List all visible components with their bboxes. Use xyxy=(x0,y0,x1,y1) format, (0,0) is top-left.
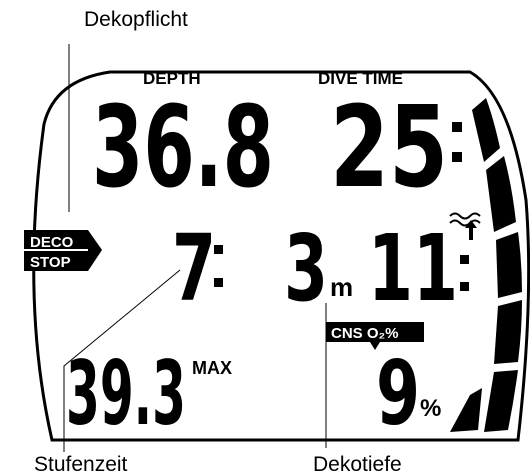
bar-segment-4 xyxy=(494,300,522,364)
max-label: MAX xyxy=(192,358,232,378)
dive-time-value: 25 xyxy=(330,83,448,213)
dive-computer-diagram: Dekopflicht Stufenzeit Dekotiefe DEPTH D… xyxy=(24,8,530,476)
stop-label: STOP xyxy=(30,254,71,271)
bar-graph xyxy=(450,98,522,432)
callout-dekopflicht: Dekopflicht xyxy=(84,8,188,31)
callout-stufenzeit: Stufenzeit xyxy=(34,453,128,476)
deco-stop-badge: DECO STOP xyxy=(24,230,102,271)
callout-dekotiefe: Dekotiefe xyxy=(313,453,402,476)
bar-segment-6 xyxy=(450,388,482,432)
ascent-time-colon xyxy=(460,255,469,291)
ascent-arrow-icon xyxy=(465,220,477,240)
bar-segment-3 xyxy=(496,232,522,298)
deco-label: DECO xyxy=(30,234,74,251)
dive-time-colon xyxy=(452,122,462,162)
cns-label: CNS O₂% xyxy=(331,325,399,342)
depth-value: 36.8 xyxy=(92,83,274,213)
cns-value: 9 xyxy=(376,342,420,445)
cns-unit: % xyxy=(420,395,441,422)
stop-depth-unit: m xyxy=(330,272,353,302)
ascent-time-value: 11 xyxy=(368,215,458,322)
bar-segment-1 xyxy=(472,98,500,162)
max-depth-value: 39.3 xyxy=(66,342,186,445)
stop-depth-value: 3 xyxy=(284,215,328,322)
bar-segment-2 xyxy=(486,156,516,232)
bar-segment-5 xyxy=(484,370,518,432)
stop-time-value: 7 xyxy=(172,215,216,322)
